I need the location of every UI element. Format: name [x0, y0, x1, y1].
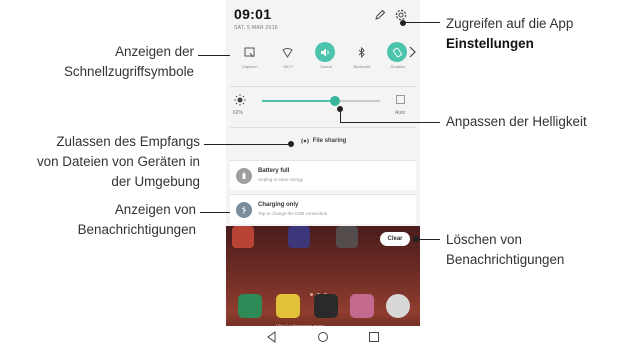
quick-setting-label: Rotation: [390, 64, 406, 69]
page-indicator: [308, 283, 338, 296]
rotation-icon: [387, 42, 407, 62]
divider: [230, 86, 416, 87]
callout-dot: [400, 20, 406, 26]
divider: [230, 127, 416, 128]
notification-title: Battery full: [258, 168, 290, 174]
quick-setting-label: Bluetooth: [353, 64, 371, 69]
quick-setting-label: Capture+: [241, 64, 259, 69]
sound-icon: [315, 42, 335, 62]
clear-notifications-button[interactable]: Clear: [380, 232, 410, 246]
file-sharing-icon: [300, 138, 309, 144]
messages-icon[interactable]: [276, 294, 300, 318]
notification-title: Charging only: [258, 202, 299, 208]
edit-icon[interactable]: [374, 9, 386, 21]
home-screen: Clear Use Lockscreen more: [226, 226, 420, 349]
quick-setting-label: Wi-Fi: [283, 64, 293, 69]
notification-subtitle: Unplug to save energy: [258, 177, 304, 182]
callout-file-sharing: Zulassen des Empfangs von Dateien von Ge…: [2, 132, 200, 192]
leader-line: [404, 22, 440, 23]
gallery-icon[interactable]: [350, 294, 374, 318]
notification-item[interactable]: Charging only Tap to change the USB conn…: [230, 194, 416, 224]
callout-text: Anpassen der Helligkeit: [446, 114, 587, 129]
callout-text: Löschen von: [446, 232, 522, 247]
chevron-right-icon[interactable]: [409, 46, 417, 58]
callout-quick-access: Anzeigen der Schnellzugriffsymbole: [40, 42, 194, 82]
auto-brightness-label: Auto: [395, 110, 406, 116]
quick-setting-label: Sound: [320, 64, 332, 69]
brightness-slider-thumb[interactable]: [330, 96, 341, 106]
callout-text: von Dateien von Geräten in: [36, 154, 200, 169]
capture-icon: [239, 42, 259, 62]
camera-icon[interactable]: [314, 294, 338, 318]
quick-setting-wifi[interactable]: Wi-Fi: [274, 42, 302, 72]
usb-icon: [236, 202, 252, 218]
bluetooth-icon: [351, 42, 371, 62]
quick-setting-capture[interactable]: Capture+: [236, 42, 264, 72]
clock: 09:01: [234, 6, 272, 22]
dock: [236, 294, 410, 320]
settings-app-icon[interactable]: [336, 226, 358, 248]
home-widget-row: Clear: [226, 226, 420, 254]
leader-line: [340, 110, 341, 122]
quick-settings-bar: Capture+ Wi-Fi Sound Bluetooth Rotation: [230, 42, 416, 72]
recents-icon[interactable]: [368, 331, 380, 343]
leader-line: [340, 122, 440, 123]
callout-text: Benachrichtigungen: [446, 252, 565, 267]
callout-text-bold: Einstellungen: [446, 36, 534, 51]
phone-icon[interactable]: [238, 294, 262, 318]
wifi-icon: [277, 42, 297, 62]
file-sharing-label: File sharing: [312, 137, 347, 144]
leader-line: [200, 212, 230, 213]
chrome-icon[interactable]: [386, 294, 410, 318]
leader-line: [417, 239, 440, 240]
callout-text: der Umgebung: [111, 174, 200, 189]
notification-panel: 09:01 SAT, 5 MAR 2016 Capture+ Wi-Fi Sou…: [226, 0, 420, 226]
callout-dot: [288, 141, 294, 147]
play-store-icon[interactable]: [288, 226, 310, 248]
callout-text: Benachrichtigungen: [77, 222, 196, 237]
leader-line: [204, 144, 290, 145]
navigation-bar: [226, 326, 420, 349]
quick-setting-bluetooth[interactable]: Bluetooth: [348, 42, 376, 72]
callout-text: Schnellzugriffsymbole: [63, 64, 194, 79]
auto-brightness-checkbox[interactable]: [396, 95, 405, 104]
callout-brightness: Anpassen der Helligkeit: [446, 112, 616, 132]
home-icon[interactable]: [317, 331, 329, 343]
callout-notifications: Anzeigen von Benachrichtigungen: [40, 200, 196, 240]
callout-text: Anzeigen der: [115, 44, 194, 59]
callout-settings: Zugreifen auf die App Einstellungen: [446, 14, 616, 54]
callout-text: Zugreifen auf die App: [446, 16, 574, 31]
brightness-slider-fill: [262, 100, 336, 102]
brightness-icon: [234, 94, 246, 106]
date: SAT, 5 MAR 2016: [234, 25, 278, 31]
brightness-percent: 62%: [233, 110, 244, 116]
brightness-slider[interactable]: [262, 96, 380, 106]
callout-text: Zulassen des Empfangs: [56, 134, 200, 149]
file-sharing-button[interactable]: File sharing: [230, 132, 416, 152]
callout-clear: Löschen von Benachrichtigungen: [446, 230, 616, 270]
status-header: 09:01 SAT, 5 MAR 2016: [234, 6, 414, 38]
leader-line: [198, 55, 230, 56]
notification-subtitle: Tap to change the USB connection: [258, 211, 328, 216]
quick-setting-rotation[interactable]: Rotation: [384, 42, 412, 72]
back-icon[interactable]: [266, 331, 278, 343]
quick-setting-sound[interactable]: Sound: [312, 42, 340, 72]
phone-screen: 09:01 SAT, 5 MAR 2016 Capture+ Wi-Fi Sou…: [226, 0, 420, 349]
brightness-control: 62% Auto: [232, 92, 414, 120]
google-folder-icon[interactable]: [232, 226, 254, 248]
callout-text: Anzeigen von: [114, 202, 196, 217]
battery-icon: [236, 168, 252, 184]
notification-item[interactable]: Battery full Unplug to save energy: [230, 160, 416, 190]
